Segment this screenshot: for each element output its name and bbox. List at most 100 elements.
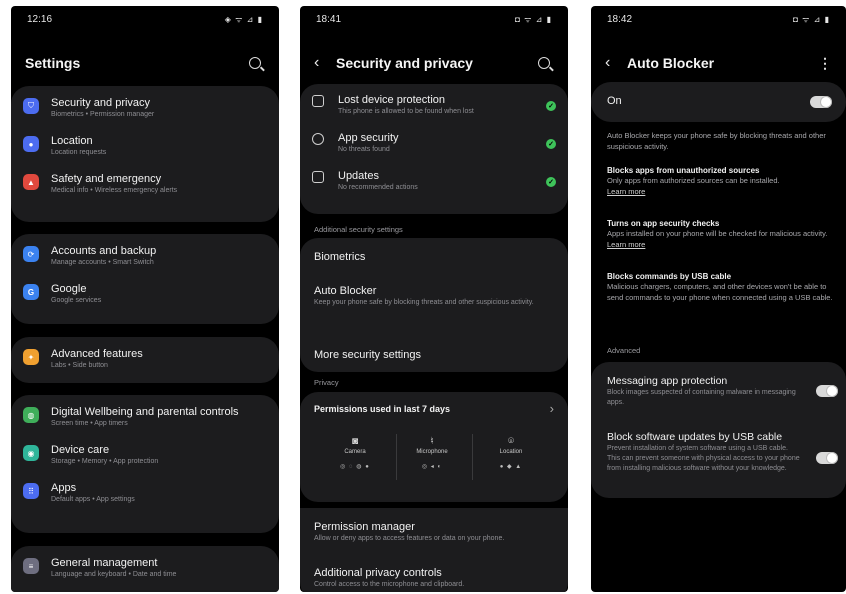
advanced-card: Messaging app protection Block images su… [591, 362, 846, 498]
item-title: Lost device protection [338, 94, 446, 106]
item-subtitle: Keep your phone safe by blocking threats… [314, 299, 534, 306]
item-title: Block software updates by USB cable [607, 431, 783, 443]
auto-blocker-screen: 18:42 ◘ ᯤ ⊿ ▮ ‹ Auto Blocker ⋮ On Auto B… [591, 6, 846, 592]
item-subtitle: Labs • Side button [51, 362, 108, 369]
settings-group-2: ⟳ Accounts and backup Manage accounts • S… [11, 234, 279, 324]
settings-group-4: ◍ Digital Wellbeing and parental control… [11, 395, 279, 533]
settings-item-security-and-privacy[interactable]: ⛉ Security and privacy Biometrics • Permi… [11, 96, 279, 120]
sync-icon: ⟳ [23, 246, 39, 262]
status-time: 12:16 [27, 14, 53, 25]
settings-item-device-care[interactable]: ◉ Device care Storage • Memory • App prot… [11, 443, 279, 467]
settings-group-1: ⛉ Security and privacy Biometrics • Permi… [11, 86, 279, 222]
item-title: Accounts and backup [51, 245, 157, 257]
permission-manager-item[interactable]: Permission manager Allow or deny apps to… [314, 520, 558, 544]
back-arrow-icon[interactable]: ‹ [605, 54, 627, 72]
perm-app-icons: ◎ ◌ ◍ ● [340, 464, 370, 470]
app-security-item[interactable]: App security No threats found ✓ [300, 131, 568, 155]
master-switch-row[interactable]: On [591, 82, 846, 122]
security-status-card: Lost device protection This phone is allo… [300, 84, 568, 214]
status-bar: 18:42 ◘ ᯤ ⊿ ▮ [591, 6, 846, 32]
item-title: Google [51, 283, 87, 295]
item-title: Device care [51, 444, 110, 456]
item-subtitle: Biometrics • Permission manager [51, 111, 155, 118]
app-bar: ‹ Auto Blocker ⋮ [591, 48, 846, 78]
app-grid-icon [312, 133, 324, 145]
item-subtitle: Google services [51, 297, 102, 304]
settings-group-5: ≡ General management Language and keyboar… [11, 546, 279, 592]
auto-blocker-item[interactable]: Auto Blocker Keep your phone safe by blo… [314, 284, 554, 308]
item-title: Digital Wellbeing and parental controls [51, 406, 239, 418]
divider [396, 434, 397, 480]
perm-camera[interactable]: ◙ Camera ◎ ◌ ◍ ● [325, 436, 385, 470]
location-pin-icon: ● [23, 136, 39, 152]
item-title: Messaging app protection [607, 375, 728, 387]
page-title: Auto Blocker [627, 55, 715, 71]
device-care-icon: ◉ [23, 445, 39, 461]
on-label: On [607, 95, 622, 107]
usb-updates-toggle[interactable] [816, 452, 838, 464]
item-title: Additional privacy controls [314, 567, 442, 579]
more-security-settings-item[interactable]: More security settings [314, 349, 421, 361]
updates-item[interactable]: Updates No recommended actions ✓ [300, 169, 568, 193]
item-title: Permission manager [314, 521, 415, 533]
messaging-app-protection-item[interactable]: Messaging app protection Block images su… [607, 374, 800, 408]
learn-more-link[interactable]: Learn more [607, 239, 836, 250]
perm-location[interactable]: ⌾ Location ● ◆ ▲ [481, 436, 541, 470]
search-icon[interactable] [249, 57, 261, 69]
permissions-card[interactable]: Permissions used in last 7 days › ◙ Came… [300, 392, 568, 502]
item-subtitle: Storage • Memory • App protection [51, 458, 159, 465]
master-toggle[interactable] [810, 96, 832, 108]
settings-item-digital-wellbeing[interactable]: ◍ Digital Wellbeing and parental control… [11, 405, 279, 429]
perm-label: Microphone [416, 449, 448, 455]
settings-item-advanced-features[interactable]: ✦ Advanced features Labs • Side button [11, 347, 279, 371]
status-time: 18:42 [607, 14, 633, 25]
messaging-protection-toggle[interactable] [816, 385, 838, 397]
more-options-icon[interactable]: ⋮ [818, 55, 832, 72]
feature-body: Apps installed on your phone will be che… [607, 229, 828, 238]
check-circle-icon: ✓ [546, 101, 556, 111]
status-icons: ◘ ᯤ ⊿ ▮ [793, 15, 830, 24]
feature-body: Only apps from authorized sources can be… [607, 176, 780, 185]
feature-app-security-checks: Turns on app security checks Apps instal… [607, 219, 836, 250]
settings-item-location[interactable]: ● Location Location requests [11, 134, 279, 158]
search-icon[interactable] [538, 57, 550, 69]
settings-item-google[interactable]: G Google Google services [11, 282, 279, 306]
item-title: General management [51, 557, 158, 569]
perm-label: Location [499, 449, 523, 455]
google-icon: G [23, 284, 39, 300]
additional-privacy-controls-item[interactable]: Additional privacy controls Control acce… [314, 566, 558, 590]
intro-text: Auto Blocker keeps your phone safe by bl… [607, 131, 826, 151]
microphone-icon: ♮ [430, 436, 434, 447]
item-subtitle: Control access to the microphone and cli… [314, 581, 465, 588]
update-icon [312, 171, 324, 183]
privacy-controls-card: Permission manager Allow or deny apps to… [300, 508, 568, 592]
app-bar: ‹ Security and privacy [300, 48, 568, 78]
item-subtitle: No recommended actions [338, 184, 418, 191]
item-title: Auto Blocker [314, 285, 377, 297]
settings-item-safety-and-emergency[interactable]: ▲ Safety and emergency Medical info • Wir… [11, 172, 279, 196]
status-bar: 18:41 ◘ ᯤ ⊿ ▮ [300, 6, 568, 32]
item-title: Security and privacy [51, 97, 151, 109]
item-subtitle: Allow or deny apps to access features or… [314, 535, 505, 542]
settings-item-general-management[interactable]: ≡ General management Language and keyboar… [11, 556, 279, 580]
status-icons: ◘ ᯤ ⊿ ▮ [515, 15, 552, 24]
item-subtitle: Location requests [51, 149, 107, 156]
item-subtitle: Default apps • App settings [51, 496, 135, 503]
lost-device-protection-item[interactable]: Lost device protection This phone is allo… [300, 93, 568, 117]
perm-label: Camera [344, 449, 366, 455]
block-usb-updates-item[interactable]: Block software updates by USB cable Prev… [607, 430, 800, 474]
learn-more-link[interactable]: Learn more [607, 186, 836, 197]
back-arrow-icon[interactable]: ‹ [314, 54, 336, 72]
settings-item-accounts-and-backup[interactable]: ⟳ Accounts and backup Manage accounts • S… [11, 244, 279, 268]
biometrics-item[interactable]: Biometrics [314, 251, 365, 263]
item-subtitle: Language and keyboard • Date and time [51, 571, 177, 578]
item-title: Advanced features [51, 348, 143, 360]
perm-microphone[interactable]: ♮ Microphone ◎ ◂ ◐ [402, 436, 462, 470]
additional-security-card: Biometrics Auto Blocker Keep your phone … [300, 238, 568, 372]
settings-item-apps[interactable]: ⠿ Apps Default apps • App settings [11, 481, 279, 505]
section-label-advanced: Advanced [607, 346, 641, 355]
permissions-title: Permissions used in last 7 days [314, 404, 451, 414]
settings-screen: 12:16 ◈ ᯤ ⊿ ▮ Settings ⛉ Security and pr… [11, 6, 279, 592]
feature-title: Blocks apps from unauthorized sources [607, 166, 760, 175]
item-subtitle: No threats found [338, 146, 390, 153]
